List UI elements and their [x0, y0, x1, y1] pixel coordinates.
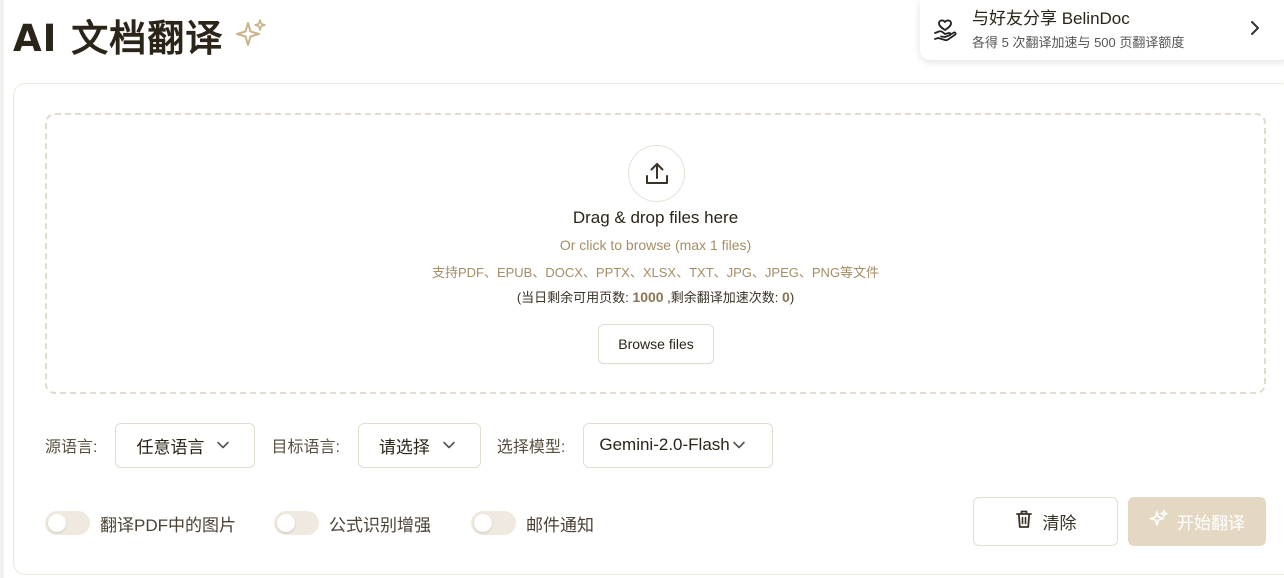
page-header: AI 文档翻译: [13, 8, 269, 62]
chevron-down-icon: [216, 440, 230, 450]
trash-icon: [1015, 509, 1033, 534]
toggle-label: 翻译PDF中的图片: [100, 515, 236, 535]
toggle-switch[interactable]: [471, 511, 516, 535]
source-language-select[interactable]: 任意语言: [115, 422, 256, 468]
toggle-switch[interactable]: [274, 511, 319, 535]
source-language-value: 任意语言: [136, 437, 205, 457]
hand-heart-icon: [932, 17, 958, 43]
start-label: 开始翻译: [1177, 514, 1245, 533]
share-title: 与好友分享 BelinDoc: [972, 9, 1130, 28]
quota-suffix: ): [789, 290, 795, 305]
quota-accel: 0: [782, 289, 790, 305]
quota-pages: 1000: [632, 289, 664, 305]
translate-panel: Drag & drop files here Or click to brows…: [13, 83, 1284, 575]
share-text: 与好友分享 BelinDoc 各得 5 次翻译加速与 500 页翻译额度: [972, 7, 1240, 53]
share-banner[interactable]: 与好友分享 BelinDoc 各得 5 次翻译加速与 500 页翻译额度: [920, 0, 1284, 60]
sparkle-icon: [1149, 509, 1169, 534]
sparkle-icon: [233, 17, 269, 53]
target-language-label: 目标语言:: [271, 439, 340, 456]
target-language-select[interactable]: 请选择: [357, 422, 481, 468]
upload-icon[interactable]: [628, 145, 685, 202]
file-dropzone[interactable]: Drag & drop files here Or click to brows…: [45, 113, 1266, 394]
chevron-right-icon[interactable]: [1240, 20, 1270, 41]
model-value: Gemini-2.0-Flash: [599, 435, 730, 454]
page-title: AI 文档翻译: [13, 17, 224, 60]
chevron-down-icon: [732, 440, 746, 450]
toggle-label: 公式识别增强: [329, 515, 431, 535]
toggle-translate-images[interactable]: 翻译PDF中的图片: [45, 511, 236, 536]
quota-prefix: (当日剩余可用页数:: [516, 290, 633, 305]
source-language-label: 源语言:: [45, 439, 98, 456]
clear-button[interactable]: 清除: [973, 497, 1118, 546]
toggle-label: 邮件通知: [526, 515, 594, 535]
model-label: 选择模型:: [496, 439, 566, 456]
toggle-knob: [48, 514, 66, 532]
browse-files-button[interactable]: Browse files: [598, 324, 714, 364]
toggle-knob: [474, 514, 492, 532]
toggle-formula-enhance[interactable]: 公式识别增强: [274, 511, 431, 536]
target-language-value: 请选择: [378, 437, 430, 457]
supported-formats: 支持PDF、EPUB、DOCX、PPTX、XLSX、TXT、JPG、JPEG、P…: [431, 265, 880, 280]
language-settings: 源语言: 任意语言 目标语言: 请选择 选择模型: Gemini-2.0-Fla…: [45, 422, 789, 468]
dropzone-title: Drag & drop files here: [572, 208, 739, 227]
toggle-email-notify[interactable]: 邮件通知: [471, 511, 594, 536]
toggle-switch[interactable]: [45, 511, 90, 535]
start-translate-button[interactable]: 开始翻译: [1128, 497, 1266, 546]
options-toggles: 翻译PDF中的图片 公式识别增强 邮件通知: [45, 508, 632, 538]
chevron-down-icon: [442, 440, 456, 450]
toggle-knob: [277, 514, 295, 532]
clear-label: 清除: [1042, 514, 1077, 533]
quota-info: (当日剩余可用页数: 1000 ,剩余翻译加速次数: 0): [47, 287, 1264, 306]
dropzone-subtitle: Or click to browse (max 1 files): [559, 237, 752, 253]
share-subtitle: 各得 5 次翻译加速与 500 页翻译额度: [972, 35, 1185, 50]
quota-middle: ,剩余翻译加速次数:: [663, 290, 783, 305]
model-select[interactable]: Gemini-2.0-Flash: [583, 422, 774, 468]
